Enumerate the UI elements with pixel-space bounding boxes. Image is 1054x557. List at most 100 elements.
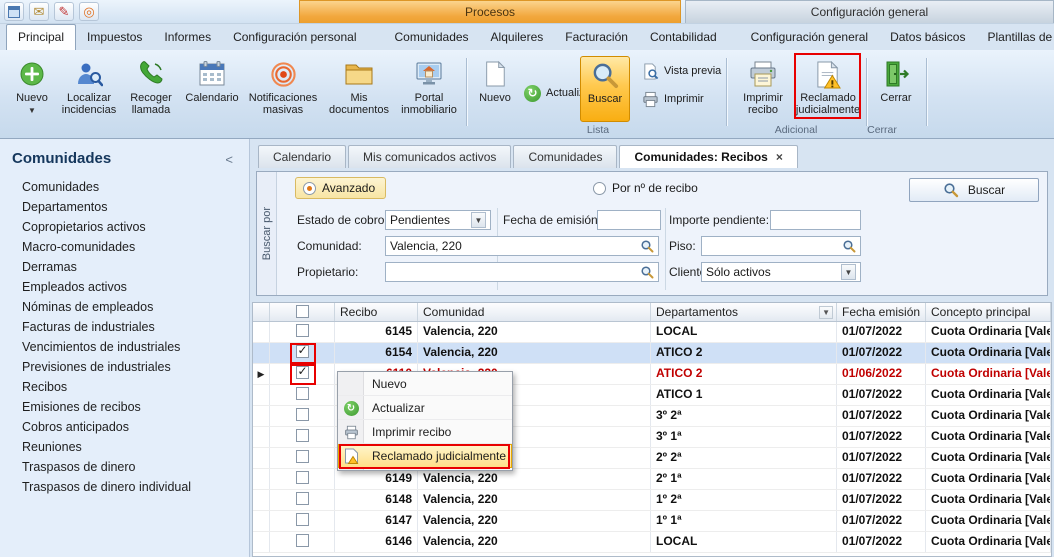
audio-notification-icon[interactable]: ◎	[79, 2, 99, 21]
table-row[interactable]: ▶ 6147 Valencia, 220 1º 1ª 01/07/2022 Cu…	[253, 511, 1051, 532]
doc-tab-comunidades-recibos[interactable]: Comunidades: Recibos ×	[619, 145, 797, 168]
menu-item-nuevo[interactable]: Nuevo	[338, 372, 512, 396]
propietario-lookup-field[interactable]	[385, 262, 659, 282]
row-checkbox[interactable]	[296, 366, 309, 379]
mail-icon[interactable]: ✉	[29, 2, 49, 21]
imprimir-recibo-button[interactable]: Imprimir recibo	[732, 56, 794, 122]
reclamado-judicialmente-button[interactable]: Reclamado judicialmente	[798, 56, 858, 122]
sidebar-collapse-icon[interactable]: <	[225, 152, 233, 167]
sidebar-item-facturas-de-industriales[interactable]: Facturas de industriales	[0, 317, 249, 337]
column-header-departamentos[interactable]: Departamentos ▼	[651, 303, 837, 321]
portal-inmobiliario-button[interactable]: Portal inmobiliario	[396, 56, 462, 122]
menu-item-imprimir-recibo[interactable]: Imprimir recibo	[338, 420, 512, 444]
sidebar-item-empleados-activos[interactable]: Empleados activos	[0, 277, 249, 297]
tab-configuracion-general[interactable]: Configuración general	[740, 25, 879, 50]
sidebar-item-traspasos-de-dinero[interactable]: Traspasos de dinero	[0, 457, 249, 477]
mis-documentos-button[interactable]: Mis documentos	[324, 56, 394, 122]
sidebar-item-macro-comunidades[interactable]: Macro-comunidades	[0, 237, 249, 257]
row-checkbox[interactable]	[296, 345, 309, 358]
tab-configuracion-personal[interactable]: Configuración personal	[222, 25, 367, 50]
app-window-icon[interactable]	[4, 2, 24, 21]
select-all-checkbox[interactable]	[296, 305, 309, 318]
imprimir-button[interactable]: Imprimir	[638, 88, 708, 110]
tab-comunidades[interactable]: Comunidades	[384, 25, 480, 50]
column-header-fecha-emision[interactable]: Fecha emisión	[837, 303, 926, 321]
vista-previa-button[interactable]: Vista previa	[638, 60, 725, 82]
recoger-llamada-button[interactable]: Recoger llamada	[122, 56, 180, 122]
column-header-concepto-principal[interactable]: Concepto principal	[926, 303, 1051, 321]
radio-avanzado-label: Avanzado	[322, 181, 375, 195]
row-checkbox[interactable]	[296, 513, 309, 526]
recoger-llamada-label: Recoger llamada	[122, 92, 180, 116]
close-tab-icon[interactable]: ×	[776, 150, 783, 164]
row-checkbox[interactable]	[296, 324, 309, 337]
lookup-icon[interactable]	[842, 239, 856, 253]
comunidad-lookup-field[interactable]: Valencia, 220	[385, 236, 659, 256]
chevron-down-icon[interactable]: ▼	[471, 212, 486, 228]
piso-lookup-field[interactable]	[701, 236, 861, 256]
lookup-icon[interactable]	[640, 239, 654, 253]
filter-dropdown-icon[interactable]: ▼	[819, 306, 833, 319]
buscar-ribbon-button[interactable]: Buscar	[580, 56, 630, 122]
sidebar-item-departamentos[interactable]: Departamentos	[0, 197, 249, 217]
tab-principal[interactable]: Principal	[6, 24, 76, 50]
row-checkbox[interactable]	[296, 450, 309, 463]
sidebar-item-previsiones-de-industriales[interactable]: Previsiones de industriales	[0, 357, 249, 377]
nuevo-lista-button[interactable]: Nuevo	[472, 56, 518, 122]
table-row[interactable]: ▶ 6145 Valencia, 220 LOCAL 01/07/2022 Cu…	[253, 322, 1051, 343]
table-row[interactable]: ▶ 6146 Valencia, 220 LOCAL 01/07/2022 Cu…	[253, 532, 1051, 553]
tab-alquileres[interactable]: Alquileres	[480, 25, 555, 50]
localizar-incidencias-button[interactable]: Localizar incidencias	[58, 56, 120, 122]
doc-tab-comunidades[interactable]: Comunidades	[513, 145, 617, 168]
tab-plantillas-de-texto[interactable]: Plantillas de texto	[976, 25, 1054, 50]
doc-tab-mis-comunicados-activos[interactable]: Mis comunicados activos	[348, 145, 511, 168]
radio-por-numero-de-recibo[interactable]: Por nº de recibo	[593, 181, 698, 195]
sidebar-item-derramas[interactable]: Derramas	[0, 257, 249, 277]
tab-impuestos[interactable]: Impuestos	[76, 25, 153, 50]
column-header-comunidad[interactable]: Comunidad	[418, 303, 651, 321]
row-checkbox[interactable]	[296, 534, 309, 547]
sidebar-item-comunidades[interactable]: Comunidades	[0, 177, 249, 197]
sidebar-item-traspasos-de-dinero-individual[interactable]: Traspasos de dinero individual	[0, 477, 249, 497]
sidebar-item-recibos[interactable]: Recibos	[0, 377, 249, 397]
tab-datos-basicos[interactable]: Datos básicos	[879, 25, 976, 50]
table-row[interactable]: ▶ 6154 Valencia, 220 ATICO 2 01/07/2022 …	[253, 343, 1051, 364]
table-row[interactable]: ▶ 6149 Valencia, 220 2º 1ª 01/07/2022 Cu…	[253, 469, 1051, 490]
sidebar-item-cobros-anticipados[interactable]: Cobros anticipados	[0, 417, 249, 437]
sidebar-item-nominas-de-empleados[interactable]: Nóminas de empleados	[0, 297, 249, 317]
doc-tab-calendario[interactable]: Calendario	[258, 145, 346, 168]
cerrar-button[interactable]: Cerrar	[872, 56, 920, 122]
column-header-recibo[interactable]: Recibo	[335, 303, 418, 321]
sidebar-item-vencimientos-de-industriales[interactable]: Vencimientos de industriales	[0, 337, 249, 357]
cliente-select[interactable]: Sólo activos ▼	[701, 262, 861, 282]
importe-pendiente-input[interactable]	[770, 210, 861, 230]
row-checkbox[interactable]	[296, 471, 309, 484]
chevron-down-icon[interactable]: ▼	[841, 264, 856, 280]
sidebar-item-reuniones[interactable]: Reuniones	[0, 437, 249, 457]
menu-item-reclamado-judicialmente[interactable]: Reclamado judicialmente	[338, 444, 512, 468]
row-checkbox[interactable]	[296, 492, 309, 505]
row-checkbox[interactable]	[296, 408, 309, 421]
tab-contabilidad[interactable]: Contabilidad	[639, 25, 728, 50]
nuevo-button[interactable]: Nuevo ▼	[8, 56, 56, 122]
buscar-button[interactable]: Buscar	[909, 178, 1039, 202]
radio-avanzado[interactable]: Avanzado	[295, 177, 386, 199]
tab-facturacion[interactable]: Facturación	[554, 25, 639, 50]
notificaciones-masivas-button[interactable]: Notificaciones masivas	[244, 56, 322, 122]
row-checkbox[interactable]	[296, 429, 309, 442]
fecha-de-emision-input[interactable]	[597, 210, 661, 230]
sidebar-item-copropietarios-activos[interactable]: Copropietarios activos	[0, 217, 249, 237]
sidebar-item-emisiones-de-recibos[interactable]: Emisiones de recibos	[0, 397, 249, 417]
cell-recibo: 6146	[335, 532, 418, 552]
row-indicator-cell: ▶	[253, 427, 270, 447]
calendario-button[interactable]: Calendario	[182, 56, 242, 122]
vista-previa-label: Vista previa	[664, 65, 721, 77]
estado-de-cobro-select[interactable]: Pendientes ▼	[385, 210, 491, 230]
table-row[interactable]: ▶ 6148 Valencia, 220 1º 2ª 01/07/2022 Cu…	[253, 490, 1051, 511]
lookup-icon[interactable]	[640, 265, 654, 279]
edit-note-icon[interactable]: ✎	[54, 2, 74, 21]
tab-informes[interactable]: Informes	[153, 25, 222, 50]
menu-item-actualizar[interactable]: ↻ Actualizar	[338, 396, 512, 420]
row-checkbox[interactable]	[296, 387, 309, 400]
refresh-icon: ↻	[524, 85, 541, 102]
